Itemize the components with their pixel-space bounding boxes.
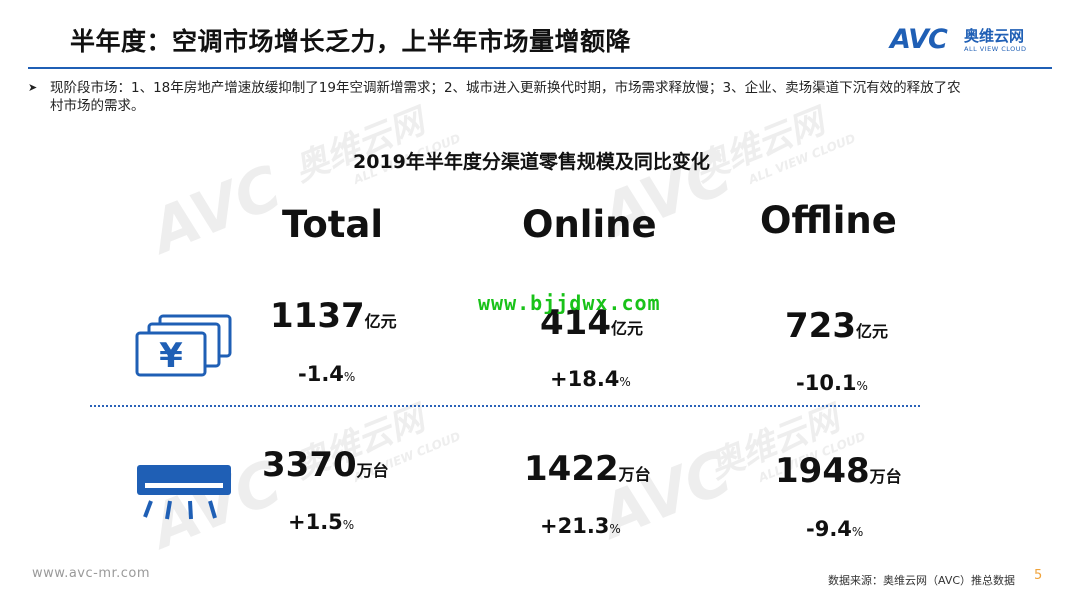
- percent-sign: %: [851, 525, 864, 539]
- revenue-offline-change: -10.1%: [796, 371, 868, 395]
- revenue-total: 1137亿元: [270, 296, 397, 336]
- air-conditioner-icon: [135, 463, 235, 525]
- volume-total-value: 3370: [262, 445, 357, 485]
- volume-online: 1422万台: [524, 449, 651, 489]
- volume-online-value: 1422: [524, 449, 619, 489]
- percent-sign: %: [342, 518, 355, 532]
- section-title: 2019年半年度分渠道零售规模及同比变化: [353, 151, 710, 173]
- market-note-text: 现阶段市场：1、18年房地产增速放缓抑制了19年空调新增需求；2、城市进入更新换…: [50, 80, 961, 114]
- volume-offline-value: 1948: [775, 451, 870, 491]
- page-title: 半年度：空调市场增长乏力，上半年市场量增额降: [70, 27, 632, 56]
- column-head-offline: Offline: [760, 199, 897, 242]
- bullet-arrow-icon: ➤: [28, 81, 38, 94]
- volume-unit: 万台: [618, 465, 651, 484]
- volume-offline: 1948万台: [775, 451, 902, 491]
- volume-offline-change: -9.4%: [806, 517, 863, 541]
- title-divider: [28, 67, 1052, 69]
- logo-en-text: ALL VIEW CLOUD: [964, 45, 1027, 53]
- row-divider: [90, 405, 920, 407]
- volume-offline-change-value: -9.4: [806, 517, 852, 541]
- revenue-total-value: 1137: [270, 296, 365, 336]
- page-number: 5: [1034, 568, 1043, 583]
- revenue-unit: 亿元: [855, 322, 888, 341]
- watermark-avc-left: AVC: [141, 152, 292, 268]
- volume-total: 3370万台: [262, 445, 389, 485]
- revenue-offline-value: 723: [785, 306, 856, 346]
- logo-mark: AVC: [890, 24, 948, 55]
- percent-sign: %: [343, 370, 356, 384]
- logo-cn-text: 奥维云网: [964, 27, 1025, 45]
- percent-sign: %: [856, 379, 868, 393]
- revenue-online-change-value: +18.4: [550, 367, 620, 391]
- brand-logo: AVC 奥维云网 ALL VIEW CLOUD: [890, 24, 1050, 58]
- footer-website[interactable]: www.avc-mr.com: [32, 566, 150, 581]
- volume-total-change: +1.5%: [288, 510, 354, 534]
- overlay-site-url[interactable]: www.bjjdwx.com: [478, 291, 661, 315]
- revenue-offline: 723亿元: [785, 306, 888, 346]
- money-icon: ¥: [134, 312, 234, 378]
- percent-sign: %: [619, 375, 631, 389]
- data-source-note: 数据来源：奥维云网（AVC）推总数据: [828, 574, 1016, 587]
- column-head-total: Total: [282, 203, 384, 246]
- revenue-unit: 亿元: [610, 319, 643, 338]
- column-head-online: Online: [522, 203, 657, 246]
- revenue-offline-change-value: -10.1: [796, 371, 857, 395]
- percent-sign: %: [609, 522, 621, 536]
- volume-unit: 万台: [356, 461, 389, 480]
- volume-total-change-value: +1.5: [288, 510, 343, 534]
- revenue-unit: 亿元: [364, 312, 397, 331]
- revenue-total-change-value: -1.4: [298, 362, 344, 386]
- volume-online-change: +21.3%: [540, 514, 621, 538]
- volume-online-change-value: +21.3: [540, 514, 610, 538]
- revenue-online-change: +18.4%: [550, 367, 631, 391]
- svg-text:¥: ¥: [159, 336, 183, 376]
- volume-unit: 万台: [869, 467, 902, 486]
- revenue-total-change: -1.4%: [298, 362, 355, 386]
